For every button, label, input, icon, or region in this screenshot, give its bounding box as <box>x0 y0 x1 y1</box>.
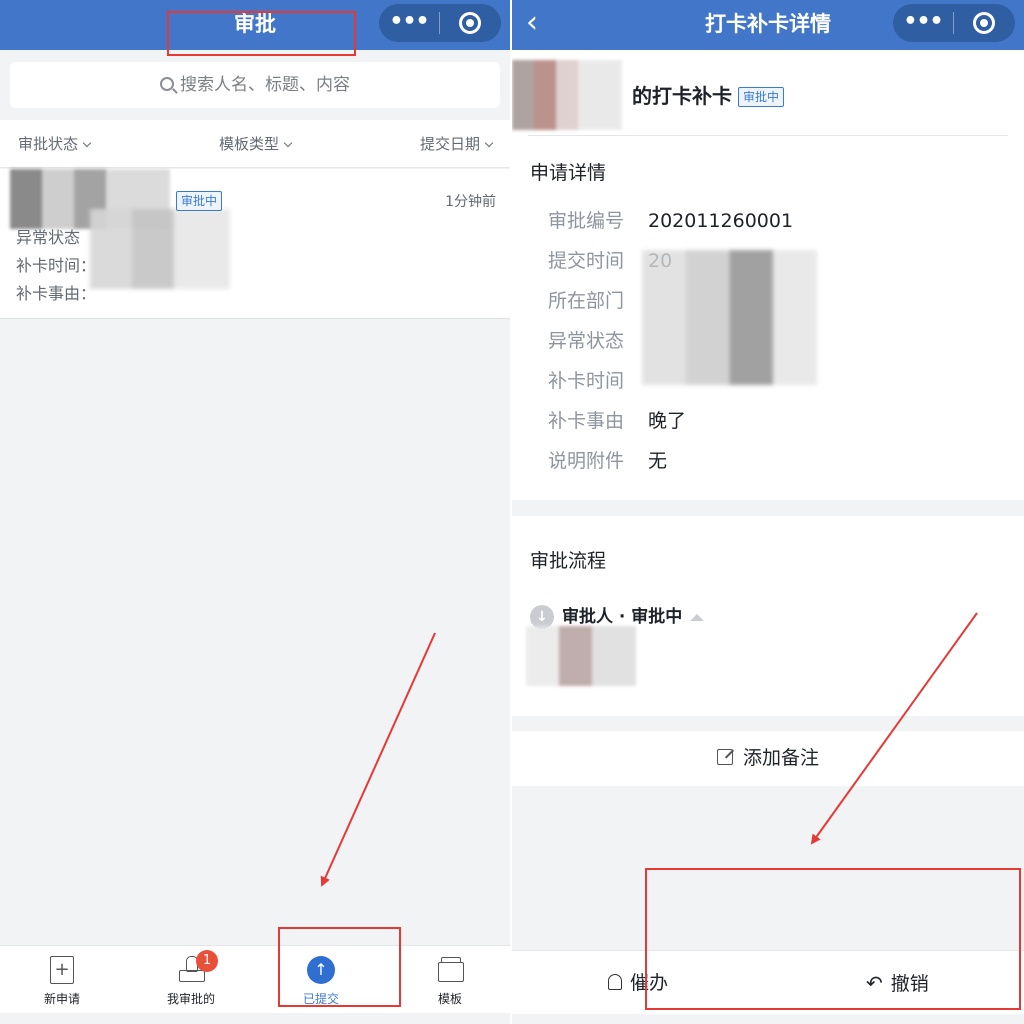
annotation-arrows <box>320 612 978 887</box>
arrow-to-revoke <box>810 612 978 845</box>
arrow-to-submitted-tab <box>320 632 436 887</box>
